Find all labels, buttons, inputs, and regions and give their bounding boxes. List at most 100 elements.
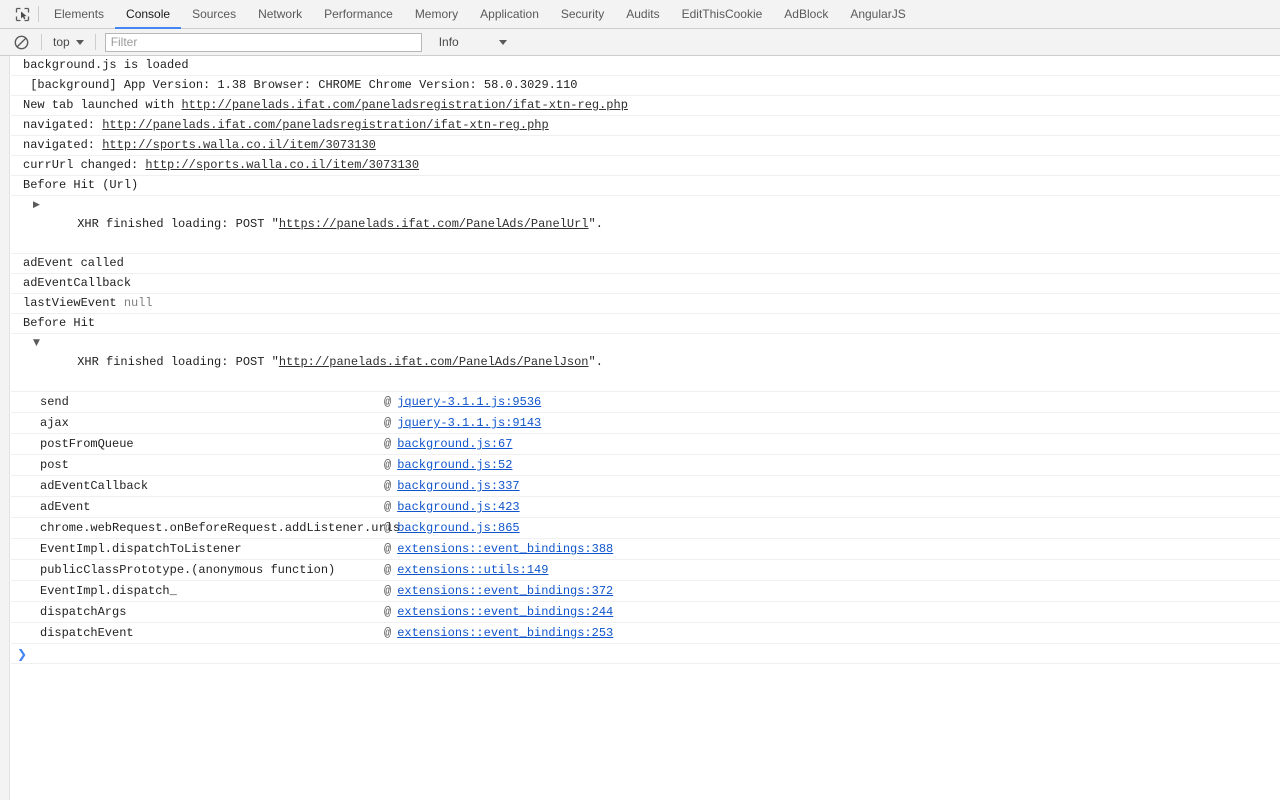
tab-memory[interactable]: Memory — [404, 1, 469, 29]
tab-sources[interactable]: Sources — [181, 1, 247, 29]
console-message-group-collapsed[interactable]: ▶ XHR finished loading: POST "https://pan… — [11, 196, 1280, 254]
stack-frame-link[interactable]: extensions::utils:149 — [397, 563, 548, 577]
tab-editthiscookie[interactable]: EditThisCookie — [671, 1, 774, 29]
at-symbol: @ — [384, 542, 392, 556]
stack-frame-location: @ background.js:865 — [384, 518, 520, 538]
stack-frame-location: @ background.js:67 — [384, 434, 512, 454]
stack-frame[interactable]: postFromQueue @ background.js:67 — [11, 434, 1280, 455]
message-link[interactable]: http://panelads.ifat.com/paneladsregistr… — [181, 98, 627, 112]
stack-frame-function: adEvent — [40, 500, 91, 514]
console-toolbar: top Info — [0, 29, 1280, 56]
tab-audits[interactable]: Audits — [615, 1, 670, 29]
stack-frame-function: EventImpl.dispatchToListener — [40, 542, 242, 556]
stack-frame-location: @ background.js:337 — [384, 476, 520, 496]
message-suffix: ". — [588, 355, 603, 369]
stack-frame-link[interactable]: extensions::event_bindings:372 — [397, 584, 613, 598]
at-symbol: @ — [384, 479, 392, 493]
console-message[interactable]: Before Hit (Url) — [11, 176, 1280, 196]
chevron-down-icon[interactable]: ▼ — [33, 334, 43, 353]
stack-frame[interactable]: adEventCallback @ background.js:337 — [11, 476, 1280, 497]
filter-input[interactable] — [104, 32, 422, 52]
stack-frame[interactable]: ajax @ jquery-3.1.1.js:9143 — [11, 413, 1280, 434]
console-message[interactable]: adEvent called — [11, 254, 1280, 274]
stack-frame[interactable]: dispatchEvent @ extensions::event_bindings… — [11, 623, 1280, 644]
at-symbol: @ — [384, 437, 392, 451]
stack-frame-link[interactable]: background.js:423 — [397, 500, 519, 514]
stack-frame[interactable]: adEvent @ background.js:423 — [11, 497, 1280, 518]
chevron-right-icon[interactable]: ▶ — [33, 196, 43, 215]
console-messages: background.js is loaded [background] App… — [11, 56, 1280, 664]
log-level-selector[interactable]: Info — [439, 35, 507, 49]
message-link[interactable]: http://sports.walla.co.il/item/3073130 — [145, 158, 419, 172]
tab-performance[interactable]: Performance — [313, 1, 404, 29]
chevron-down-icon — [498, 39, 507, 45]
stack-frame-link[interactable]: extensions::event_bindings:244 — [397, 605, 613, 619]
inspect-element-icon[interactable] — [8, 0, 36, 28]
tab-label: Security — [560, 7, 605, 21]
console-message[interactable]: background.js is loaded — [11, 56, 1280, 76]
console-message[interactable]: Before Hit — [11, 314, 1280, 334]
console-prompt[interactable]: ❯ — [11, 644, 1280, 664]
tab-list: Elements Console Sources Network Perform… — [43, 0, 917, 29]
tab-application[interactable]: Application — [469, 1, 550, 29]
stack-frame-location: @ background.js:52 — [384, 455, 512, 475]
stack-frame-function: send — [40, 395, 69, 409]
tab-network[interactable]: Network — [247, 1, 313, 29]
console-message[interactable]: [background] App Version: 1.38 Browser: … — [11, 76, 1280, 96]
tab-angularjs[interactable]: AngularJS — [839, 1, 916, 29]
message-link[interactable]: http://panelads.ifat.com/paneladsregistr… — [102, 118, 548, 132]
stack-frame-link[interactable]: background.js:865 — [397, 521, 519, 535]
tab-security[interactable]: Security — [550, 1, 615, 29]
stack-frame-link[interactable]: background.js:52 — [397, 458, 512, 472]
console-gutter — [0, 56, 10, 800]
at-symbol: @ — [384, 563, 392, 577]
console-message[interactable]: New tab launched with http://panelads.if… — [11, 96, 1280, 116]
stack-frame[interactable]: chrome.webRequest.onBeforeRequest.addLis… — [11, 518, 1280, 539]
stack-frame-function: ajax — [40, 416, 69, 430]
stack-frame[interactable]: send @ jquery-3.1.1.js:9536 — [11, 392, 1280, 413]
console-message[interactable]: navigated: http://panelads.ifat.com/pane… — [11, 116, 1280, 136]
stack-frame-function: post — [40, 458, 69, 472]
message-text: XHR finished loading: POST " — [77, 217, 279, 231]
tab-label: Audits — [626, 7, 660, 21]
message-link[interactable]: http://sports.walla.co.il/item/3073130 — [102, 138, 376, 152]
tab-label: Network — [258, 7, 303, 21]
execution-context-selector[interactable]: top — [51, 35, 86, 49]
message-link[interactable]: http://panelads.ifat.com/PanelAds/PanelJ… — [279, 355, 589, 369]
message-text: Before Hit (Url) — [23, 178, 139, 192]
clear-console-icon[interactable] — [10, 31, 32, 53]
stack-frame-link[interactable]: jquery-3.1.1.js:9143 — [397, 416, 541, 430]
stack-frame-location: @ jquery-3.1.1.js:9536 — [384, 392, 541, 412]
stack-frame[interactable]: EventImpl.dispatchToListener @ extensions:… — [11, 539, 1280, 560]
stack-frame-link[interactable]: extensions::event_bindings:388 — [397, 542, 613, 556]
stack-frame[interactable]: dispatchArgs @ extensions::event_bindings:… — [11, 602, 1280, 623]
at-symbol: @ — [384, 521, 392, 535]
stack-frame-link[interactable]: extensions::event_bindings:253 — [397, 626, 613, 640]
tab-adblock[interactable]: AdBlock — [773, 1, 839, 29]
console-message-list[interactable]: background.js is loaded [background] App… — [0, 56, 1280, 800]
console-message[interactable]: navigated: http://sports.walla.co.il/ite… — [11, 136, 1280, 156]
message-text: navigated: — [23, 118, 103, 132]
message-link[interactable]: https://panelads.ifat.com/PanelAds/Panel… — [279, 217, 589, 231]
stack-frame-link[interactable]: background.js:337 — [397, 479, 519, 493]
stack-frame[interactable]: post @ background.js:52 — [11, 455, 1280, 476]
console-message[interactable]: currUrl changed: http://sports.walla.co.… — [11, 156, 1280, 176]
message-text: navigated: — [23, 138, 103, 152]
message-text: Before Hit — [23, 316, 96, 330]
tab-console[interactable]: Console — [115, 1, 182, 29]
stack-frame[interactable]: EventImpl.dispatch_ @ extensions::event_bi… — [11, 581, 1280, 602]
console-message-group-expanded[interactable]: ▼ XHR finished loading: POST "http://pane… — [11, 334, 1280, 392]
tab-label: Console — [126, 7, 171, 21]
stack-frame[interactable]: publicClassPrototype.(anonymous function… — [11, 560, 1280, 581]
stack-frame-function: publicClassPrototype.(anonymous function… — [40, 563, 336, 577]
at-symbol: @ — [384, 500, 392, 514]
tab-elements[interactable]: Elements — [43, 1, 115, 29]
console-message[interactable]: adEventCallback — [11, 274, 1280, 294]
console-message[interactable]: lastViewEvent null — [11, 294, 1280, 314]
message-text: background.js is loaded — [23, 58, 189, 72]
message-text: adEvent called — [23, 256, 124, 270]
stack-frame-link[interactable]: jquery-3.1.1.js:9536 — [397, 395, 541, 409]
message-suffix: ". — [588, 217, 603, 231]
tab-label: AngularJS — [850, 7, 906, 21]
stack-frame-link[interactable]: background.js:67 — [397, 437, 512, 451]
